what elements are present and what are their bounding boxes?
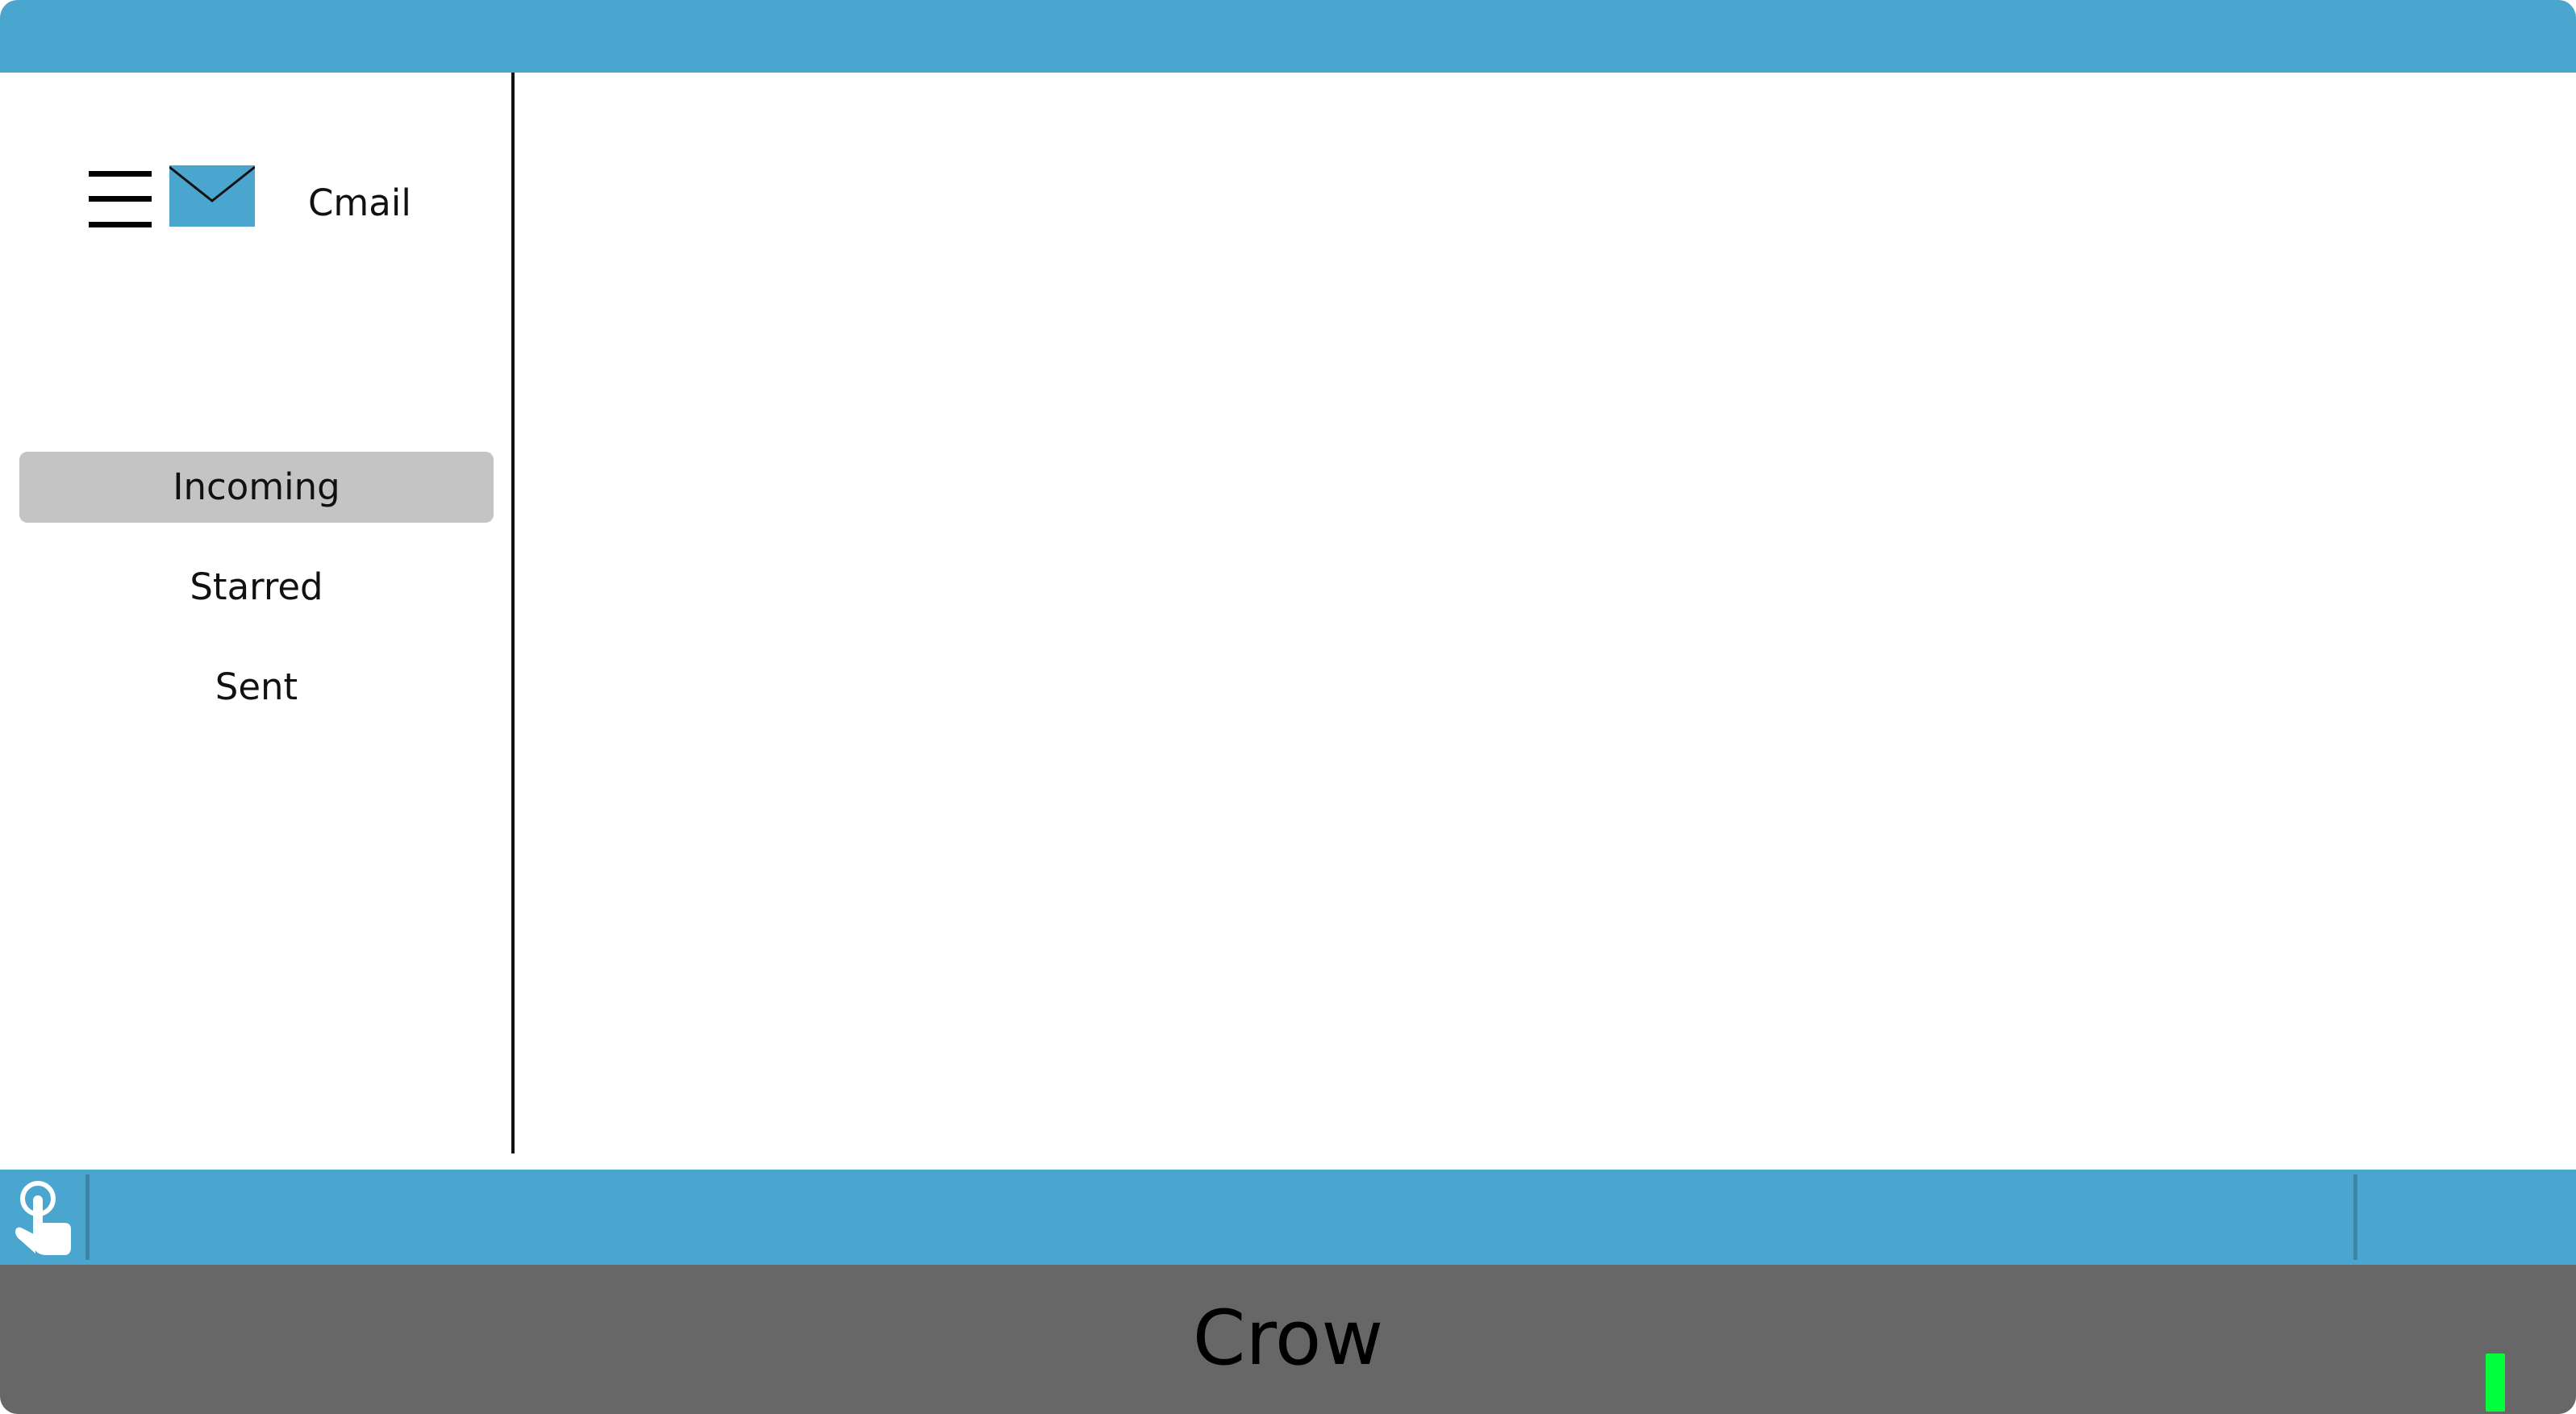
app-name: Cmail <box>308 181 411 224</box>
taskbar-separator <box>85 1174 90 1260</box>
hamburger-menu-icon[interactable] <box>89 171 152 227</box>
title-bar <box>0 0 2576 73</box>
brand-name: Crow <box>1192 1295 1384 1383</box>
touch-hand-icon[interactable] <box>11 1178 77 1258</box>
taskbar-separator <box>2353 1174 2357 1260</box>
status-indicator <box>2486 1354 2505 1412</box>
device-screen: Cmail Incoming Starred Sent Crow <box>0 0 2576 1414</box>
sidebar-item-sent[interactable]: Sent <box>19 652 494 723</box>
message-pane <box>515 73 2576 1153</box>
envelope-icon <box>169 165 256 227</box>
sidebar-item-incoming[interactable]: Incoming <box>19 452 494 523</box>
taskbar <box>0 1170 2576 1265</box>
sidebar-item-starred[interactable]: Starred <box>19 552 494 623</box>
